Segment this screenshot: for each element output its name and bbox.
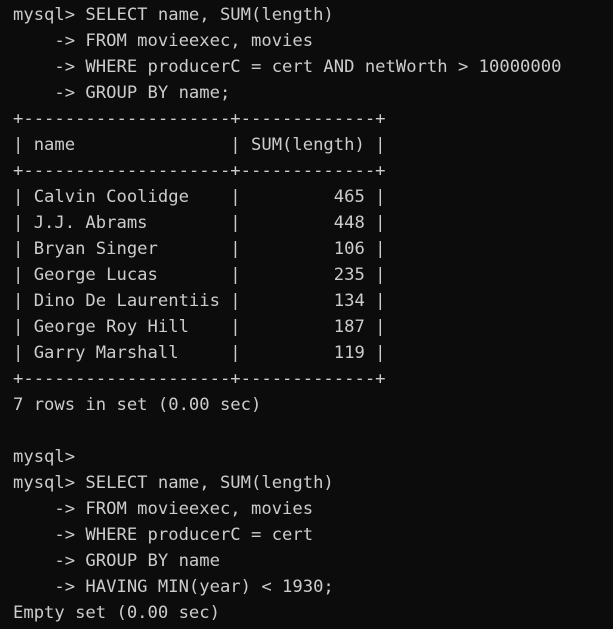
terminal-output[interactable]: mysql> SELECT name, SUM(length) -> FROM … bbox=[0, 0, 613, 629]
table-border: +--------------------+-------------+ bbox=[13, 109, 386, 129]
query-continuation-line: -> WHERE producerC = cert bbox=[13, 525, 314, 545]
table-row: | Garry Marshall | 119 | bbox=[13, 343, 386, 363]
prompt-line: mysql> SELECT name, SUM(length) bbox=[13, 473, 334, 493]
query-continuation-line: -> HAVING MIN(year) < 1930; bbox=[13, 577, 334, 597]
prompt-line: mysql> SELECT name, SUM(length) bbox=[13, 5, 334, 25]
query-continuation-line: -> FROM movieexec, movies bbox=[13, 499, 314, 519]
table-row: | George Roy Hill | 187 | bbox=[13, 317, 386, 337]
table-row: | J.J. Abrams | 448 | bbox=[13, 213, 386, 233]
query-continuation-line: -> WHERE producerC = cert AND netWorth >… bbox=[13, 57, 562, 77]
prompt-line: mysql> bbox=[13, 447, 76, 467]
table-border: +--------------------+-------------+ bbox=[13, 369, 386, 389]
result-status: 7 rows in set (0.00 sec) bbox=[13, 395, 262, 415]
result-status: Empty set (0.00 sec) bbox=[13, 603, 220, 623]
table-border: +--------------------+-------------+ bbox=[13, 161, 386, 181]
table-row: | Calvin Coolidge | 465 | bbox=[13, 187, 386, 207]
query-continuation-line: -> GROUP BY name; bbox=[13, 83, 231, 103]
query-continuation-line: -> FROM movieexec, movies bbox=[13, 31, 314, 51]
table-row: | Bryan Singer | 106 | bbox=[13, 239, 386, 259]
table-header-row: | name | SUM(length) | bbox=[13, 135, 386, 155]
table-row: | Dino De Laurentiis | 134 | bbox=[13, 291, 386, 311]
table-row: | George Lucas | 235 | bbox=[13, 265, 386, 285]
query-continuation-line: -> GROUP BY name bbox=[13, 551, 220, 571]
